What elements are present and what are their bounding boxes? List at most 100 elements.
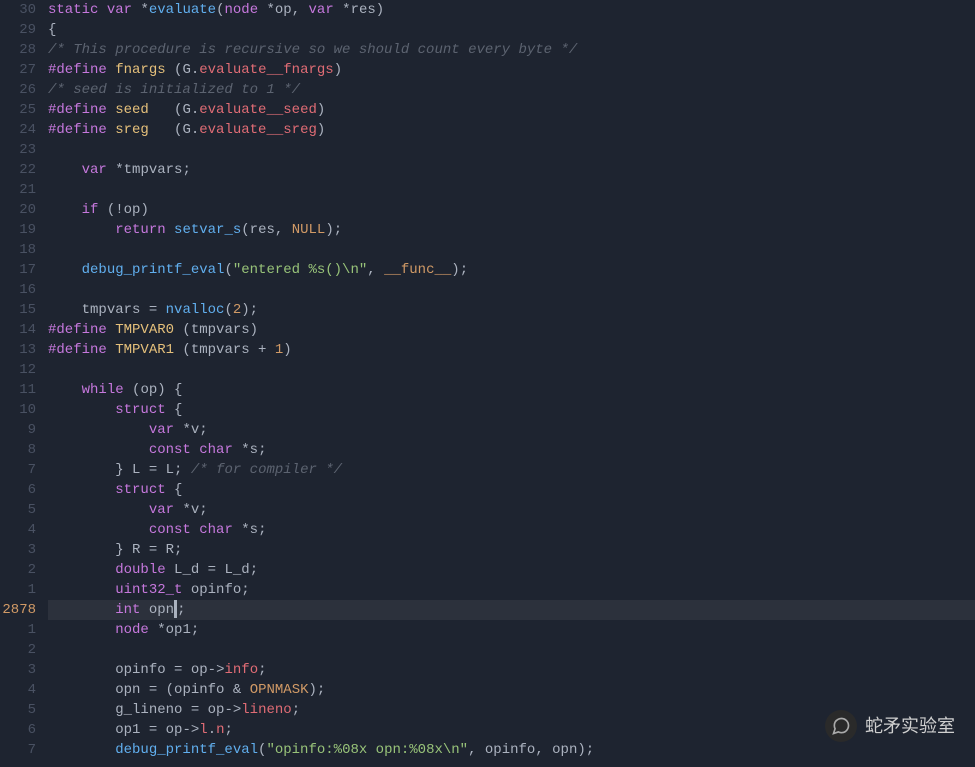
line-number: 6 — [0, 720, 36, 740]
line-number: 24 — [0, 120, 36, 140]
code-line[interactable] — [48, 240, 975, 260]
code-line[interactable]: opn = (opinfo & OPNMASK); — [48, 680, 975, 700]
code-line[interactable]: { — [48, 20, 975, 40]
code-line[interactable]: struct { — [48, 400, 975, 420]
token: , — [367, 262, 384, 278]
token — [48, 582, 115, 598]
code-line[interactable] — [48, 360, 975, 380]
token: fnargs — [115, 62, 165, 78]
line-number: 8 — [0, 440, 36, 460]
token — [166, 222, 174, 238]
token: ) — [317, 122, 325, 138]
token: ) — [317, 102, 325, 118]
token: ) — [376, 2, 384, 18]
code-line[interactable] — [48, 640, 975, 660]
token: ); — [451, 262, 468, 278]
line-number-gutter: 3029282726252423222120191817161514131211… — [0, 0, 44, 767]
code-line[interactable]: const char *s; — [48, 520, 975, 540]
token: ( — [224, 302, 232, 318]
code-line[interactable]: var *v; — [48, 500, 975, 520]
token: * — [107, 162, 124, 178]
code-line[interactable]: #define fnargs (G.evaluate__fnargs) — [48, 60, 975, 80]
code-line[interactable]: var *v; — [48, 420, 975, 440]
token: -> — [182, 722, 199, 738]
code-line[interactable]: if (!op) — [48, 200, 975, 220]
line-number: 30 — [0, 0, 36, 20]
token: ; — [177, 602, 185, 618]
token: struct — [115, 402, 165, 418]
token: node — [224, 2, 258, 18]
code-line[interactable]: double L_d = L_d; — [48, 560, 975, 580]
token: ) — [140, 202, 148, 218]
code-area[interactable]: static var *evaluate(node *op, var *res)… — [44, 0, 975, 767]
code-line[interactable]: /* This procedure is recursive so we sho… — [48, 40, 975, 60]
token: setvar_s — [174, 222, 241, 238]
token: R — [166, 542, 174, 558]
code-line[interactable]: uint32_t opinfo; — [48, 580, 975, 600]
code-line[interactable]: node *op1; — [48, 620, 975, 640]
token: tmpvars — [82, 302, 141, 318]
code-line[interactable]: tmpvars = nvalloc(2); — [48, 300, 975, 320]
code-line[interactable]: return setvar_s(res, NULL); — [48, 220, 975, 240]
code-line[interactable]: struct { — [48, 480, 975, 500]
code-editor[interactable]: 3029282726252423222120191817161514131211… — [0, 0, 975, 767]
token: = — [199, 562, 224, 578]
token: debug_printf_eval — [82, 262, 225, 278]
token — [107, 322, 115, 338]
token: evaluate__seed — [199, 102, 317, 118]
token: . — [191, 122, 199, 138]
code-line[interactable]: debug_printf_eval("entered %s()\n", __fu… — [48, 260, 975, 280]
token — [48, 422, 149, 438]
token: ); — [577, 742, 594, 758]
token: ; — [199, 502, 207, 518]
line-number: 18 — [0, 240, 36, 260]
token: ; — [225, 722, 233, 738]
token: = — [140, 462, 165, 478]
token: ); — [309, 682, 326, 698]
code-line[interactable]: #define TMPVAR1 (tmpvars + 1) — [48, 340, 975, 360]
line-number: 10 — [0, 400, 36, 420]
token: * — [174, 422, 191, 438]
token: TMPVAR1 — [115, 342, 174, 358]
code-line[interactable]: while (op) { — [48, 380, 975, 400]
line-number: 1 — [0, 620, 36, 640]
code-line[interactable]: opinfo = op->info; — [48, 660, 975, 680]
token: TMPVAR0 — [115, 322, 174, 338]
code-line[interactable]: } R = R; — [48, 540, 975, 560]
code-line[interactable]: int opn; — [48, 600, 975, 620]
token: G — [182, 62, 190, 78]
code-line[interactable] — [48, 180, 975, 200]
code-line[interactable]: const char *s; — [48, 440, 975, 460]
line-number: 14 — [0, 320, 36, 340]
token — [166, 562, 174, 578]
chat-icon — [825, 710, 857, 742]
token: int — [115, 602, 140, 618]
line-number: 5 — [0, 700, 36, 720]
line-number: 27 — [0, 60, 36, 80]
code-line[interactable] — [48, 280, 975, 300]
code-line[interactable]: #define seed (G.evaluate__seed) — [48, 100, 975, 120]
token: #define — [48, 102, 107, 118]
token: , — [468, 742, 485, 758]
token: tmpvars — [191, 322, 250, 338]
token: ( — [241, 222, 249, 238]
code-line[interactable] — [48, 140, 975, 160]
code-line[interactable]: var *tmpvars; — [48, 160, 975, 180]
token: g_lineno — [115, 702, 182, 718]
token: op — [166, 722, 183, 738]
token: #define — [48, 122, 107, 138]
line-number: 29 — [0, 20, 36, 40]
token: ; — [191, 622, 199, 638]
code-line[interactable]: debug_printf_eval("opinfo:%08x opn:%08x\… — [48, 740, 975, 760]
code-line[interactable]: #define sreg (G.evaluate__sreg) — [48, 120, 975, 140]
code-line[interactable]: } L = L; /* for compiler */ — [48, 460, 975, 480]
token: (! — [98, 202, 123, 218]
code-line[interactable]: /* seed is initialized to 1 */ — [48, 80, 975, 100]
token: /* This procedure is recursive so we sho… — [48, 42, 577, 58]
code-line[interactable]: #define TMPVAR0 (tmpvars) — [48, 320, 975, 340]
line-number: 7 — [0, 740, 36, 760]
token: ; — [199, 422, 207, 438]
token: * — [132, 2, 149, 18]
code-line[interactable]: static var *evaluate(node *op, var *res) — [48, 0, 975, 20]
token: evaluate__fnargs — [199, 62, 333, 78]
